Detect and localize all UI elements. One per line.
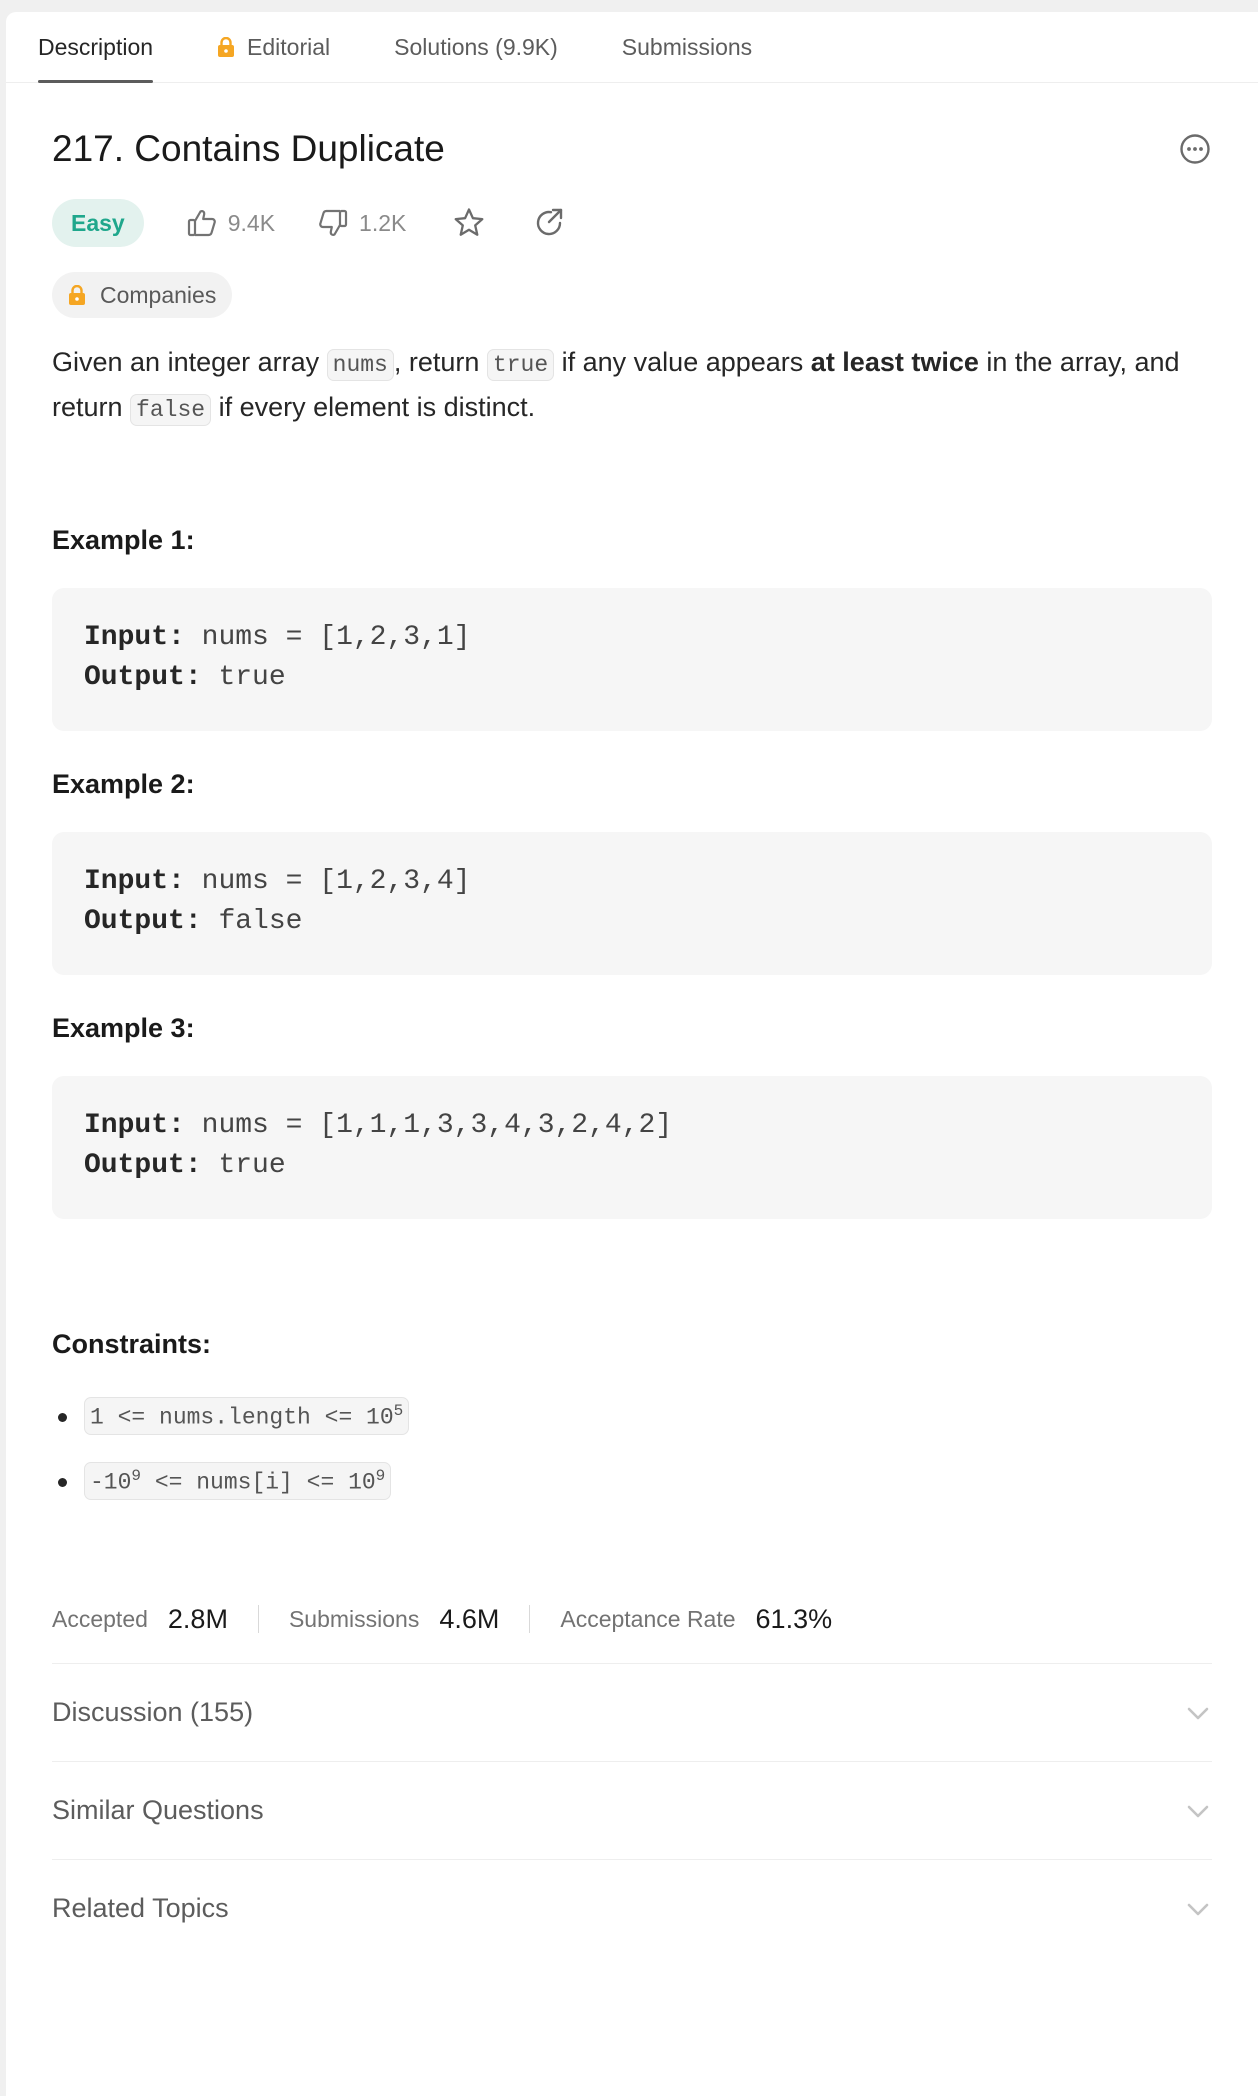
example-output: false [218, 906, 303, 937]
like-count: 9.4K [227, 209, 276, 236]
example-input: nums = [1,1,1,3,3,4,3,2,4,2] [201, 1110, 673, 1141]
example-title: Example 1: [52, 525, 195, 555]
submissions-label: Submissions [288, 1605, 420, 1632]
difficulty-badge: Easy [52, 199, 144, 247]
divider [257, 1605, 259, 1633]
section-label: Related Topics [52, 1893, 229, 1923]
constraints-title: Constraints: [52, 1329, 212, 1359]
tab-submissions[interactable]: Submissions [622, 12, 752, 82]
example-title: Example 3: [52, 1013, 195, 1043]
chevron-down-icon [1187, 1805, 1209, 1817]
dislike-count: 1.2K [359, 209, 407, 236]
dislike-button[interactable]: 1.2K [317, 207, 406, 239]
acceptance-rate-label: Acceptance Rate [560, 1605, 736, 1632]
tab-description-label: Description [38, 33, 154, 60]
inline-code: nums [326, 349, 394, 381]
example-output: true [218, 1150, 286, 1181]
example-title: Example 2: [52, 769, 195, 799]
companies-tag[interactable]: Companies [52, 272, 233, 318]
desc-text: Given an integer array [52, 347, 327, 377]
desc-text: if any value appears [554, 347, 811, 377]
thumbs-up-icon [187, 210, 216, 237]
tab-submissions-label: Submissions [621, 33, 753, 60]
problem-title: 217. Contains Duplicate [52, 128, 445, 169]
section-label: Discussion (155) [52, 1697, 254, 1727]
desc-text: , return [393, 347, 487, 377]
more-options-icon[interactable] [1178, 132, 1212, 166]
tab-bar: Description Editorial Solutions (9.9K) S… [6, 12, 1258, 83]
tab-solutions[interactable]: Solutions (9.9K) [394, 12, 558, 82]
favorite-star-icon[interactable] [452, 206, 486, 240]
output-label: Output: [84, 662, 202, 693]
thumbs-down-icon [319, 209, 348, 236]
chevron-down-icon [1187, 1707, 1209, 1719]
stats-row: Accepted 2.8M Submissions 4.6M Acceptanc… [52, 1601, 1212, 1637]
submissions-value: 4.6M [439, 1603, 500, 1634]
example-input: nums = [1,2,3,1] [201, 622, 471, 653]
example-input: nums = [1,2,3,4] [201, 866, 471, 897]
accepted-value: 2.8M [167, 1603, 228, 1634]
divider [529, 1605, 531, 1633]
inline-code: true [486, 349, 555, 381]
input-label: Input: [84, 622, 185, 653]
tab-description[interactable]: Description [38, 12, 154, 83]
share-icon[interactable] [532, 206, 566, 240]
output-label: Output: [84, 906, 202, 937]
inline-code: false [130, 394, 212, 426]
input-label: Input: [84, 1110, 185, 1141]
example-box: Input: nums = [1,1,1,3,3,4,3,2,4,2] Outp… [52, 1076, 1212, 1219]
chevron-down-icon [1187, 1903, 1209, 1915]
problem-description: Given an integer array nums, return true… [52, 341, 1212, 431]
constraint-code: 1 <= nums.length <= 105 [84, 1396, 410, 1436]
constraints-list: 1 <= nums.length <= 105 -109 <= nums[i] … [52, 1396, 1212, 1501]
accepted-label: Accepted [52, 1605, 148, 1632]
lock-icon [217, 37, 235, 57]
description-content: 217. Contains Duplicate Easy 9.4K 1.2K C… [6, 126, 1258, 1957]
constraint-code: -109 <= nums[i] <= 109 [84, 1461, 392, 1501]
acceptance-rate-value: 61.3% [755, 1603, 833, 1634]
lock-icon [68, 285, 86, 305]
tab-editorial-label: Editorial [247, 33, 331, 60]
example-box: Input: nums = [1,2,3,4] Output: false [52, 832, 1212, 975]
problem-panel: Description Editorial Solutions (9.9K) S… [6, 12, 1258, 2096]
section-label: Similar Questions [52, 1795, 264, 1825]
tab-solutions-label: Solutions (9.9K) [394, 33, 558, 60]
constraint-item: -109 <= nums[i] <= 109 [52, 1461, 1212, 1501]
discussion-section[interactable]: Discussion (155) [52, 1663, 1212, 1761]
desc-bold-text: at least twice [810, 347, 979, 377]
desc-text: if every element is distinct. [211, 392, 536, 422]
example-output: true [218, 662, 286, 693]
related-topics-section[interactable]: Related Topics [52, 1859, 1212, 1957]
title-row: 217. Contains Duplicate [52, 126, 1212, 172]
output-label: Output: [84, 1150, 202, 1181]
meta-row: Easy 9.4K 1.2K [52, 199, 1212, 247]
constraint-item: 1 <= nums.length <= 105 [52, 1396, 1212, 1436]
input-label: Input: [84, 866, 185, 897]
similar-questions-section[interactable]: Similar Questions [52, 1761, 1212, 1859]
tab-editorial[interactable]: Editorial [217, 12, 330, 82]
like-button[interactable]: 9.4K [186, 207, 275, 239]
companies-label: Companies [100, 281, 217, 308]
example-box: Input: nums = [1,2,3,1] Output: true [52, 588, 1212, 731]
